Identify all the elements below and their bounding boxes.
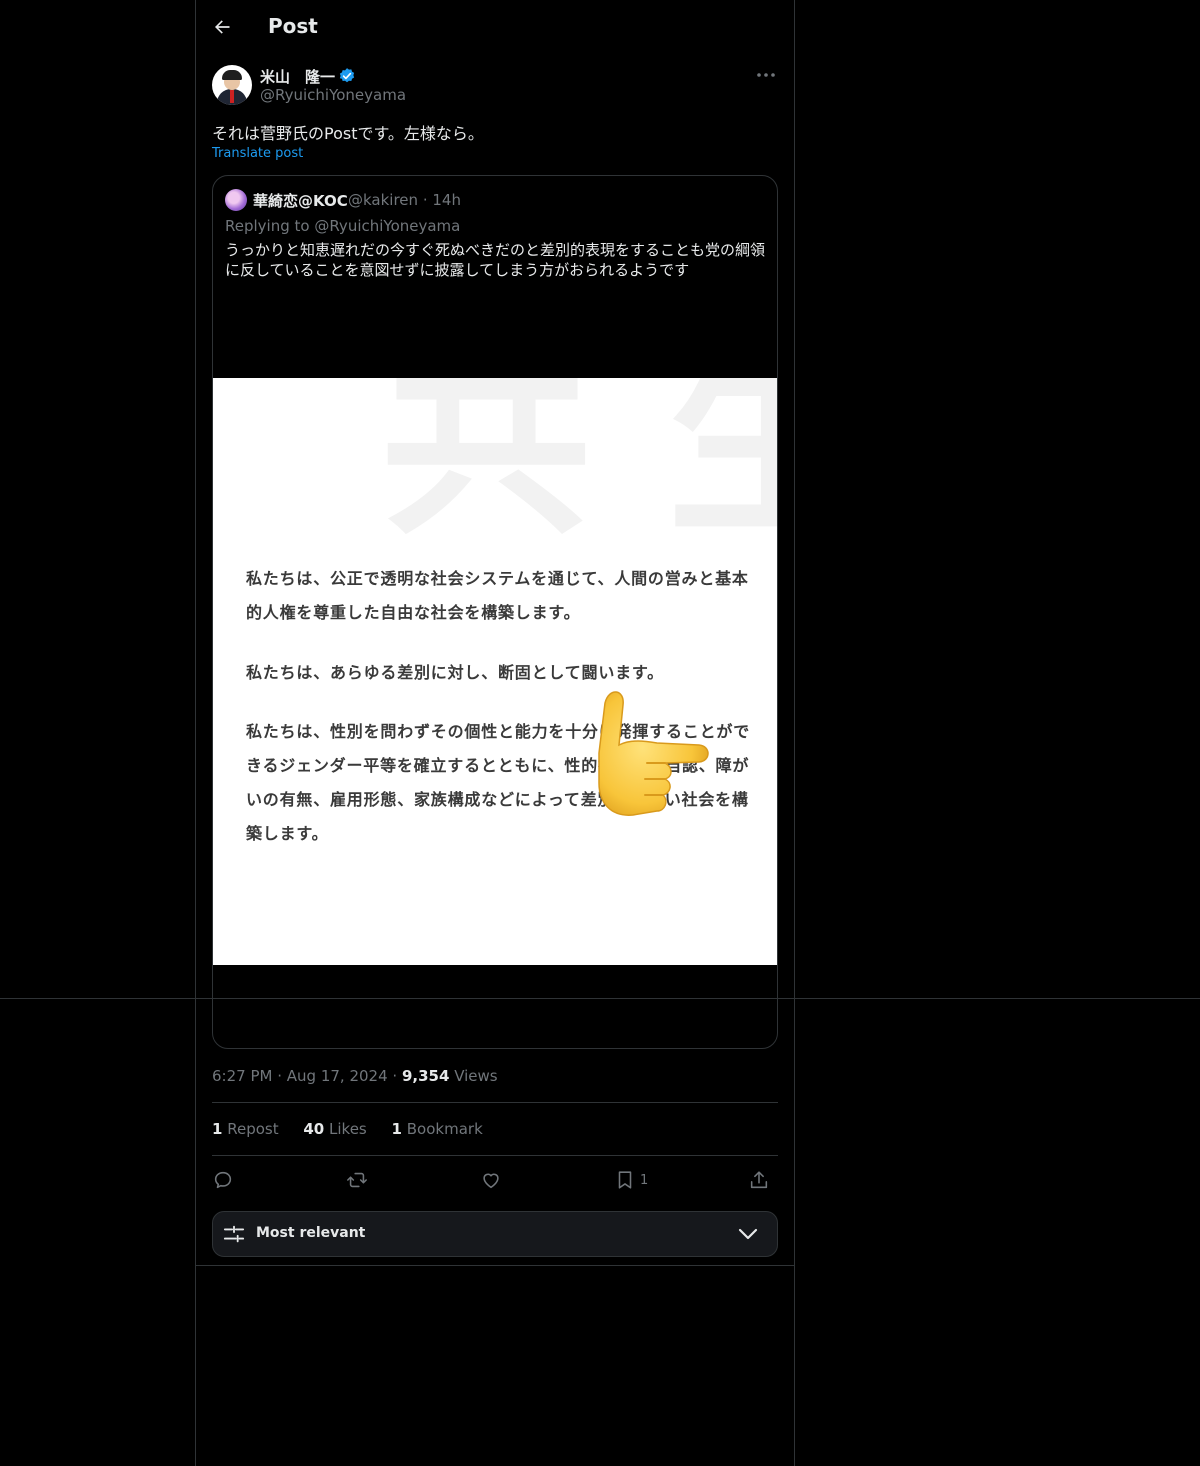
post-author: 米山 隆一 @RyuichiYoneyama	[212, 64, 778, 108]
arrow-left-icon	[215, 20, 230, 34]
meta-separator: ·	[277, 1067, 287, 1085]
repost-button[interactable]	[346, 1164, 368, 1196]
share-icon	[750, 1171, 768, 1189]
bookmark-button[interactable]: 1	[614, 1164, 648, 1196]
quote-avatar[interactable]	[225, 189, 247, 211]
bookmark-count: 1	[640, 1172, 649, 1188]
quote-author-handle[interactable]: @kakiren	[348, 191, 418, 209]
reply-icon	[214, 1171, 232, 1189]
avatar[interactable]	[212, 65, 252, 105]
post-text: それは菅野氏のPostです。左様なら。	[212, 124, 484, 143]
sort-label: Most relevant	[256, 1225, 366, 1241]
engagement-stats: 1 Repost 40 Likes 1 Bookmark	[212, 1120, 503, 1138]
post-time[interactable]: 6:27 PM	[212, 1067, 272, 1085]
quote-meta: @kakiren · 14h	[348, 191, 461, 209]
page-title: Post	[268, 14, 318, 38]
quote-author-name[interactable]: 華綺恋@KOC	[253, 190, 348, 211]
main-column: Post 米山 隆一 @RyuichiYoneyama それは菅野氏のPostで…	[195, 0, 795, 1466]
more-options-icon[interactable]	[754, 66, 778, 84]
quote-replying-to: Replying to @RyuichiYoneyama	[225, 217, 461, 235]
pointing-hand-icon	[598, 691, 709, 816]
quoted-post[interactable]: 華綺恋@KOC @kakiren · 14h Replying to @Ryui…	[212, 175, 778, 1049]
translate-post-link[interactable]: Translate post	[212, 146, 303, 161]
post-date[interactable]: Aug 17, 2024	[287, 1067, 388, 1085]
header: Post	[196, 0, 794, 54]
divider	[212, 1102, 778, 1103]
views-label: Views	[454, 1067, 498, 1085]
likes-stat[interactable]: 40 Likes	[303, 1120, 366, 1138]
repost-icon	[347, 1172, 367, 1188]
quote-text: うっかりと知恵遅れだの今すぐ死ぬべきだのと差別的表現をすることも党の綱領に反して…	[225, 241, 766, 279]
back-button[interactable]	[212, 12, 234, 42]
author-name[interactable]: 米山 隆一	[260, 66, 335, 87]
divider	[212, 1155, 778, 1156]
reply-button[interactable]	[212, 1164, 234, 1196]
section-divider	[195, 1265, 795, 1266]
watermark-char: 生	[667, 378, 777, 546]
bookmarks-stat[interactable]: 1 Bookmark	[392, 1120, 483, 1138]
quote-time: 14h	[432, 191, 461, 209]
views-count: 9,354	[401, 1067, 450, 1085]
image-paragraph: 私たちは、公正で透明な社会システムを通じて、人間の営みと基本的人権を尊重した自由…	[246, 569, 749, 622]
reply-sort-dropdown[interactable]: Most relevant	[212, 1211, 778, 1257]
sliders-icon	[223, 1225, 245, 1243]
action-bar: 1	[212, 1164, 778, 1196]
author-handle[interactable]: @RyuichiYoneyama	[260, 86, 406, 104]
quote-image[interactable]: 共 生 私たちは、公正で透明な社会システムを通じて、人間の営みと基本的人権を尊重…	[213, 378, 777, 965]
bookmark-icon	[618, 1171, 632, 1189]
chevron-down-icon	[738, 1228, 758, 1240]
like-icon	[483, 1173, 499, 1189]
share-button[interactable]	[748, 1164, 770, 1196]
like-button[interactable]	[480, 1164, 502, 1196]
meta-separator: ·	[422, 191, 433, 209]
watermark-char: 共	[381, 378, 592, 563]
meta-separator: ·	[392, 1067, 402, 1085]
reposts-stat[interactable]: 1 Repost	[212, 1120, 279, 1138]
verified-badge-icon[interactable]	[338, 67, 356, 85]
post-timestamp: 6:27 PM · Aug 17, 2024 · 9,354 Views	[212, 1067, 498, 1085]
